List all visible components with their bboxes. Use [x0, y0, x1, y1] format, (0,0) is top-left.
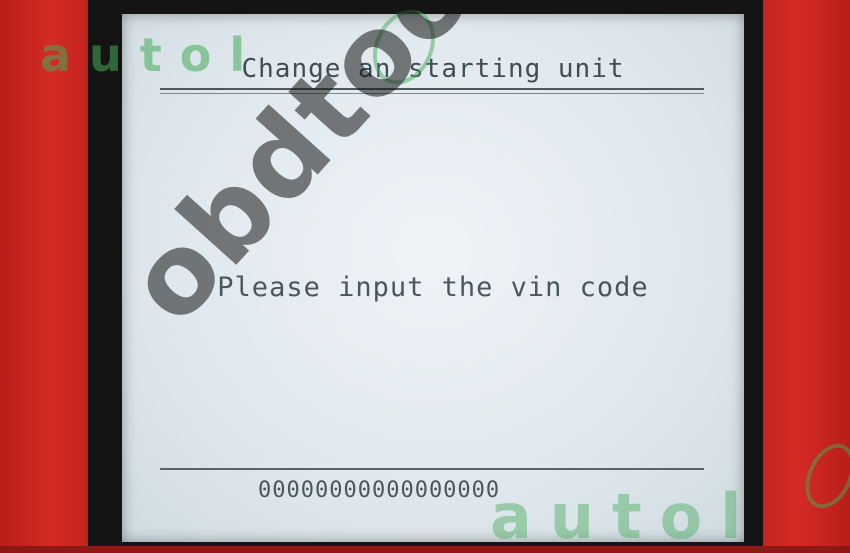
input-divider: [160, 468, 704, 470]
title-divider-secondary: [160, 93, 704, 94]
vin-input-value: 00000000000000000: [258, 478, 501, 503]
watermark-brand-bottom: autol: [490, 480, 760, 553]
watermark-brand-top: autol: [40, 28, 264, 82]
title-divider: [160, 88, 704, 90]
